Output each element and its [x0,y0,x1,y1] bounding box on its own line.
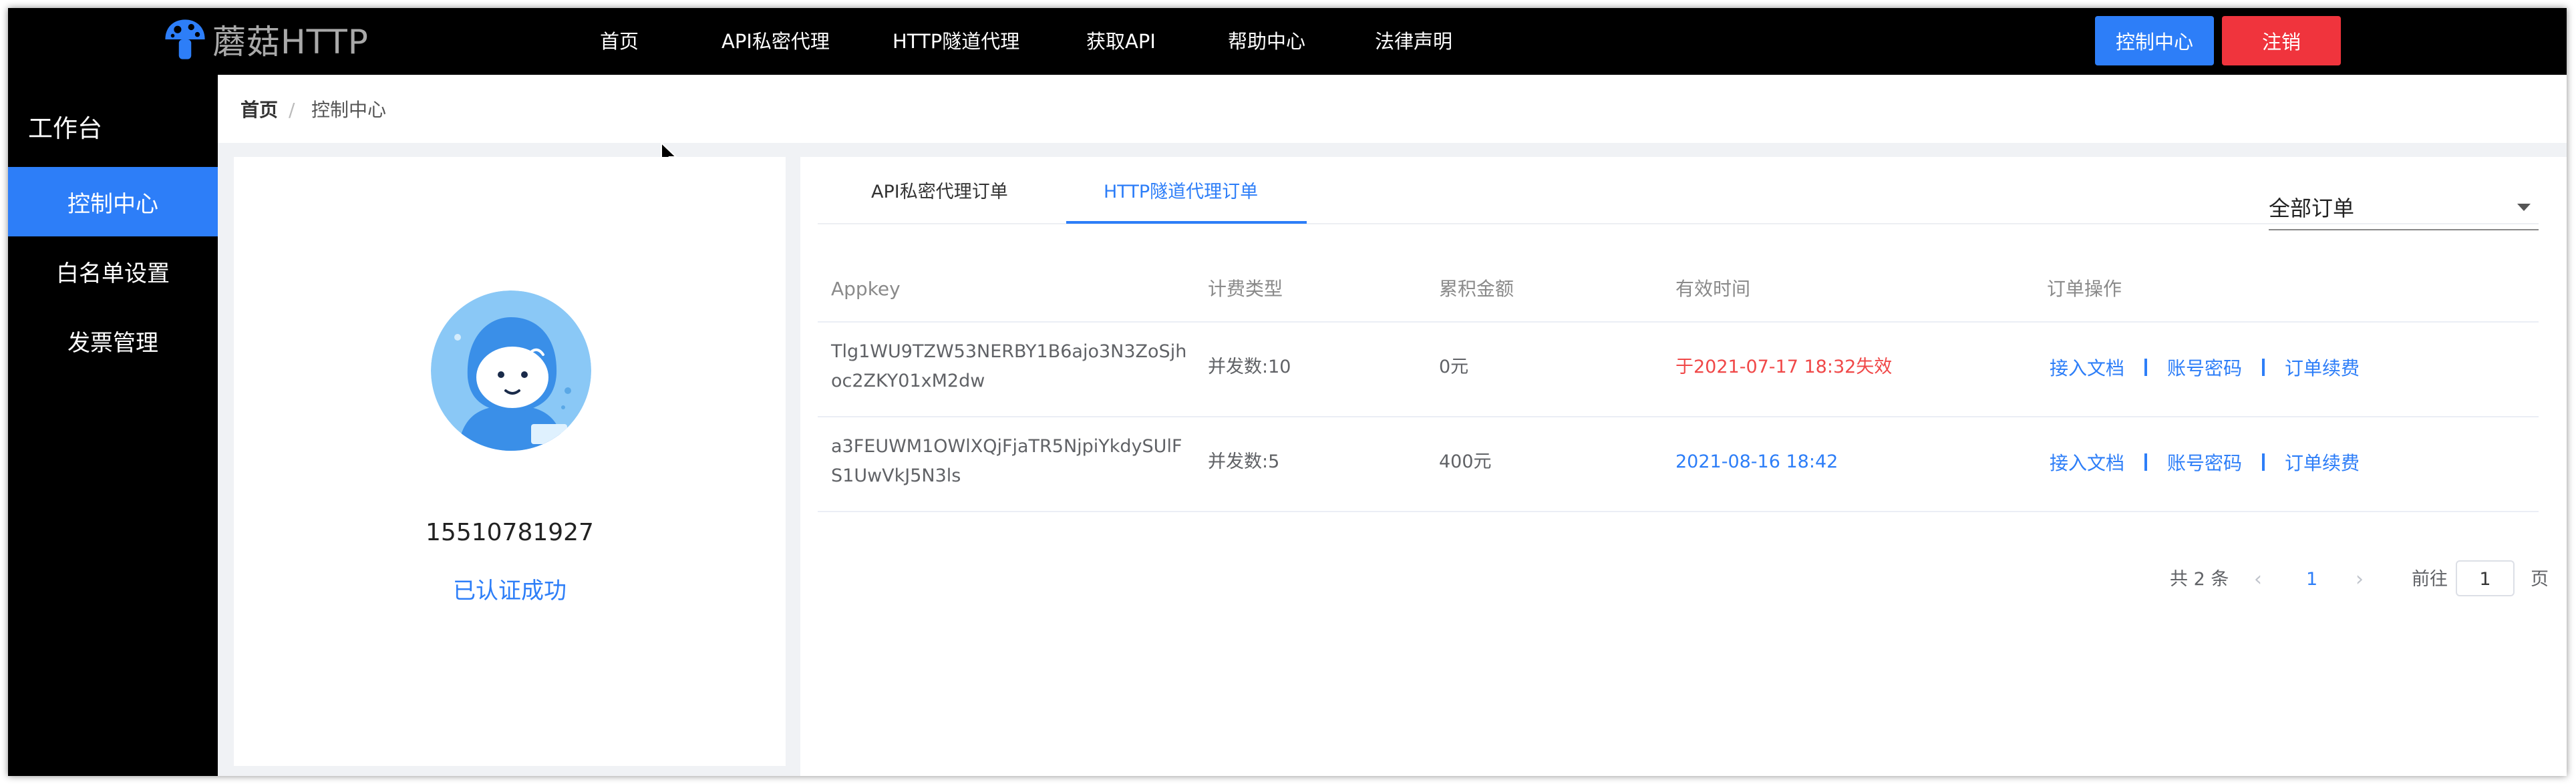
renew-order-link[interactable]: 订单续费 [2285,354,2360,381]
action-separator [2144,453,2148,471]
control-center-button[interactable]: 控制中心 [2095,16,2214,65]
column-header-actions: 订单操作 [2047,278,2122,300]
sidebar-item-whitelist[interactable]: 白名单设置 [8,236,218,306]
caret-down-icon [2517,204,2531,211]
top-navbar: 蘑菇HTTP 首页 API私密代理 HTTP隧道代理 获取API 帮助中心 法律… [8,8,2567,75]
sidebar-title: 工作台 [28,114,102,143]
row-actions: 接入文档 账号密码 订单续费 [2050,353,2360,382]
column-header-appkey: Appkey [831,278,901,300]
nav-api-private-proxy[interactable]: API私密代理 [721,28,830,55]
brand-name: 蘑菇HTTP [212,23,369,61]
active-tab-indicator [1066,221,1307,224]
appkey-cell: a3FEUWM1OWlXQjFjaTR5NjpiYkdySUlFS1UwVkJ5… [831,436,1182,486]
action-separator [2262,453,2265,471]
cartoon-avatar-icon [431,290,591,451]
account-password-link[interactable]: 账号密码 [2167,449,2242,475]
tab-http-tunnel-orders[interactable]: HTTP隧道代理订单 [1104,181,1258,204]
app-window: 蘑菇HTTP 首页 API私密代理 HTTP隧道代理 获取API 帮助中心 法律… [8,8,2567,776]
account-password-link[interactable]: 账号密码 [2167,354,2242,381]
action-separator [2262,359,2265,376]
user-phone: 15510781927 [426,519,594,546]
sidebar-item-label: 控制中心 [67,190,158,218]
valid-time-cell: 2021-08-16 18:42 [1675,451,1838,472]
breadcrumb-current: 控制中心 [311,99,387,121]
breadcrumb-separator: / [289,99,295,121]
page-unit-label: 页 [2531,569,2549,590]
sidebar-item-label: 发票管理 [67,329,158,357]
sidebar-item-label: 白名单设置 [56,260,170,287]
action-separator [2144,359,2148,376]
goto-page-input[interactable]: 1 [2456,560,2515,596]
nav-home[interactable]: 首页 [600,28,639,55]
nav-get-api[interactable]: 获取API [1086,28,1156,55]
row-actions: 接入文档 账号密码 订单续费 [2050,447,2360,477]
amount-cell: 0元 [1439,357,1469,377]
column-header-billing: 计费类型 [1208,278,1283,300]
sidebar: 工作台 控制中心 白名单设置 发票管理 [8,75,218,776]
sidebar-item-invoice[interactable]: 发票管理 [8,306,218,375]
table-divider [818,416,2539,417]
billing-cell: 并发数:10 [1208,357,1291,377]
page-number-current[interactable]: 1 [2306,566,2317,593]
breadcrumb-home[interactable]: 首页 [240,99,278,122]
order-filter-select[interactable]: 全部订单 [2269,186,2539,230]
renew-order-link[interactable]: 订单续费 [2285,449,2360,475]
pagination-total: 共 2 条 [2170,569,2229,590]
avatar [431,290,591,451]
access-docs-link[interactable]: 接入文档 [2050,354,2124,381]
table-divider [818,321,2539,323]
logout-button[interactable]: 注销 [2222,16,2341,65]
brand-logo[interactable]: 蘑菇HTTP [160,15,369,64]
goto-label: 前往 [2412,569,2448,590]
column-header-valid-time: 有效时间 [1675,278,1751,300]
prev-page-icon[interactable]: ‹ [2254,566,2262,593]
table-divider [818,511,2539,512]
mushroom-logo-icon [165,19,205,59]
next-page-icon[interactable]: › [2356,566,2364,593]
billing-cell: 并发数:5 [1208,451,1280,472]
breadcrumb: 首页 / 控制中心 [218,75,2567,143]
profile-card: 15510781927 已认证成功 [234,157,786,766]
access-docs-link[interactable]: 接入文档 [2050,449,2124,475]
sidebar-item-control-center[interactable]: 控制中心 [8,167,218,236]
tab-api-private-orders[interactable]: API私密代理订单 [871,181,1008,204]
amount-cell: 400元 [1439,451,1492,472]
nav-legal[interactable]: 法律声明 [1375,28,1452,55]
orders-panel: API私密代理订单 HTTP隧道代理订单 全部订单 Appkey 计费类型 累积… [800,157,2567,776]
verification-status: 已认证成功 [453,578,567,604]
nav-http-tunnel-proxy[interactable]: HTTP隧道代理 [893,28,1019,55]
order-filter-value: 全部订单 [2269,196,2355,221]
nav-help-center[interactable]: 帮助中心 [1228,28,1305,55]
valid-time-cell: 于2021-07-17 18:32失效 [1675,357,1893,377]
appkey-cell: Tlg1WU9TZW53NERBY1B6ajo3N3ZoSjhoc2ZKY01x… [831,341,1187,391]
column-header-amount: 累积金额 [1439,278,1514,300]
